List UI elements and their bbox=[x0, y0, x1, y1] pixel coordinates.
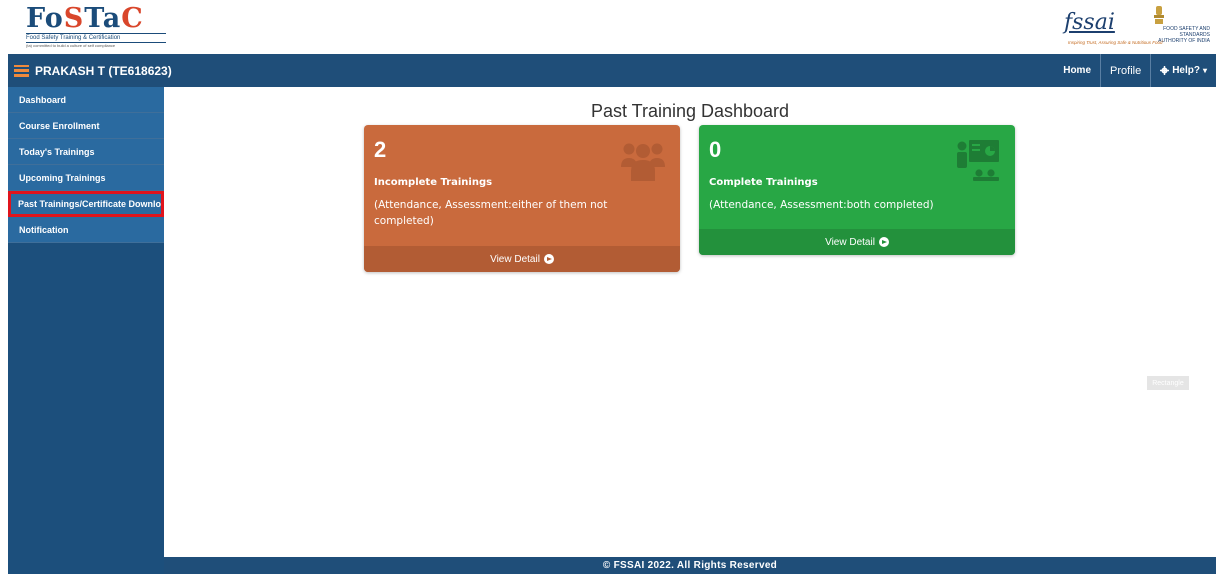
fostac-tagline: (ta) committed to build a culture of sel… bbox=[26, 43, 116, 48]
top-header: FoSTaC Food Safety Training & Certificat… bbox=[8, 0, 1216, 52]
complete-view-detail-button[interactable]: View Detail bbox=[699, 229, 1015, 255]
fostac-brand: FoSTaC bbox=[26, 3, 144, 34]
arrow-circle-right-icon bbox=[878, 237, 889, 247]
nav-home-link[interactable]: Home bbox=[1054, 54, 1100, 87]
arrow-circle-right-icon bbox=[543, 254, 554, 264]
page-title: Past Training Dashboard bbox=[590, 101, 790, 121]
fssai-slogan: Inspiring Trust, Assuring Safe & Nutriti… bbox=[1068, 40, 1163, 45]
fssai-logo[interactable]: fssai FOOD SAFETY AND STANDARDS AUTHORIT… bbox=[1064, 4, 1210, 48]
sidebar-item-notification[interactable]: Notification bbox=[8, 217, 164, 243]
sidebar-item-dashboard[interactable]: Dashboard bbox=[8, 87, 164, 113]
sidebar-item-course-enrollment[interactable]: Course Enrollment bbox=[8, 113, 164, 139]
user-name: PRAKASH T (TE618623) bbox=[35, 63, 172, 78]
main-content: Past Training Dashboard 2 Incomplete Tra… bbox=[164, 87, 1216, 557]
sidebar-item-upcoming-trainings[interactable]: Upcoming Trainings bbox=[8, 165, 164, 191]
top-navbar: PRAKASH T (TE618623) Home Profile Help? … bbox=[8, 54, 1216, 87]
incomplete-trainings-card: 2 Incomplete Trainings (Attendance, Asse… bbox=[364, 125, 680, 272]
rectangle-placeholder: Rectangle bbox=[1147, 376, 1189, 390]
view-detail-label: View Detail bbox=[490, 253, 540, 265]
view-detail-label: View Detail bbox=[825, 236, 875, 248]
incomplete-label: Incomplete Trainings bbox=[374, 177, 493, 188]
user-menu-toggle[interactable]: PRAKASH T (TE618623) bbox=[14, 54, 172, 87]
national-emblem-icon bbox=[1154, 6, 1164, 24]
help-label: Help? bbox=[1172, 65, 1200, 76]
app-frame: FoSTaC Food Safety Training & Certificat… bbox=[0, 0, 1216, 574]
fostac-subtitle: Food Safety Training & Certification bbox=[26, 33, 166, 43]
fssai-wordmark: fssai bbox=[1064, 10, 1115, 35]
caret-down-icon: ▾ bbox=[1202, 66, 1207, 75]
nav-help-dropdown[interactable]: Help? ▾ bbox=[1150, 54, 1216, 87]
incomplete-count: 2 bbox=[374, 137, 387, 162]
gear-icon bbox=[1160, 66, 1170, 75]
incomplete-view-detail-button[interactable]: View Detail bbox=[364, 246, 680, 272]
complete-description: (Attendance, Assessment:both completed) bbox=[709, 199, 934, 211]
users-icon bbox=[621, 143, 665, 181]
fostac-logo[interactable]: FoSTaC Food Safety Training & Certificat… bbox=[26, 3, 166, 48]
presentation-icon bbox=[957, 140, 999, 181]
complete-count: 0 bbox=[709, 137, 722, 162]
page-footer: © FSSAI 2022. All Rights Reserved bbox=[164, 557, 1216, 574]
sidebar: Dashboard Course Enrollment Today's Trai… bbox=[8, 87, 172, 574]
complete-trainings-card: 0 Complete Trainings (Attendance, Assess… bbox=[699, 125, 1015, 255]
sidebar-item-past-trainings[interactable]: Past Trainings/Certificate Download bbox=[8, 191, 172, 217]
hamburger-icon[interactable] bbox=[14, 64, 29, 77]
complete-label: Complete Trainings bbox=[709, 177, 818, 188]
nav-links: Home Profile Help? ▾ bbox=[1054, 54, 1216, 87]
nav-profile-link[interactable]: Profile bbox=[1100, 54, 1150, 87]
incomplete-description: (Attendance, Assessment:either of them n… bbox=[374, 199, 608, 227]
sidebar-item-todays-trainings[interactable]: Today's Trainings bbox=[8, 139, 164, 165]
